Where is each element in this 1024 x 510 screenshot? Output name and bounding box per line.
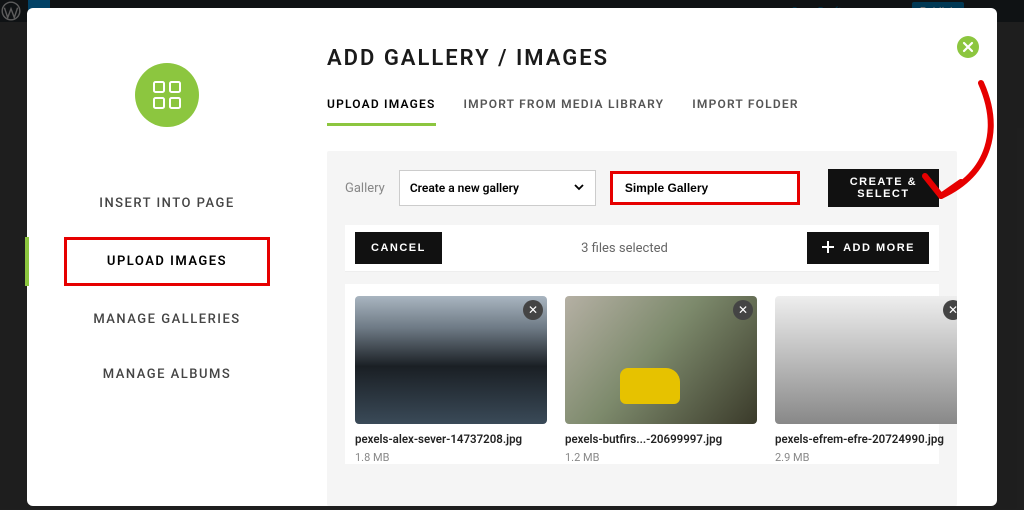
modal-sidebar: INSERT INTO PAGE UPLOAD IMAGES MANAGE GA…	[27, 8, 307, 506]
upload-panel: Gallery Create a new gallery CREATE & SE…	[327, 151, 957, 506]
modal-main: ADD GALLERY / IMAGES UPLOAD IMAGES IMPOR…	[307, 8, 997, 506]
add-more-label: ADD MORE	[843, 242, 915, 254]
gallery-label: Gallery	[345, 181, 385, 196]
remove-file-icon[interactable]: ✕	[523, 300, 543, 320]
add-more-button[interactable]: ADD MORE	[807, 232, 929, 264]
file-name: pexels-alex-sever-14737208.jpg	[355, 432, 547, 447]
remove-file-icon[interactable]: ✕	[943, 300, 957, 320]
gallery-select-value: Create a new gallery	[410, 181, 519, 195]
sidebar-item-manage-galleries[interactable]: MANAGE GALLERIES	[67, 298, 267, 341]
file-item: ✕ pexels-butfirs...-20699997.jpg 1.2 MB	[565, 296, 757, 464]
add-gallery-modal: INSERT INTO PAGE UPLOAD IMAGES MANAGE GA…	[27, 8, 997, 506]
file-name: pexels-efrem-efre-20724990.jpg	[775, 432, 957, 447]
modal-tabs: UPLOAD IMAGES IMPORT FROM MEDIA LIBRARY …	[327, 97, 957, 127]
sidebar-item-insert[interactable]: INSERT INTO PAGE	[67, 182, 267, 225]
file-size: 1.2 MB	[565, 451, 757, 464]
file-thumbnail[interactable]: ✕	[355, 296, 547, 424]
cancel-button[interactable]: CANCEL	[355, 232, 442, 264]
file-size: 1.8 MB	[355, 451, 547, 464]
sidebar-item-manage-albums[interactable]: MANAGE ALBUMS	[67, 353, 267, 396]
files-status: 3 files selected	[442, 241, 807, 256]
modal-title: ADD GALLERY / IMAGES	[327, 46, 957, 71]
gallery-name-input[interactable]	[610, 171, 800, 205]
close-icon[interactable]	[957, 36, 979, 58]
tab-import-folder[interactable]: IMPORT FOLDER	[692, 97, 798, 126]
file-name: pexels-butfirs...-20699997.jpg	[565, 432, 757, 447]
gallery-row: Gallery Create a new gallery CREATE & SE…	[345, 169, 939, 207]
file-item: ✕ pexels-alex-sever-14737208.jpg 1.8 MB	[355, 296, 547, 464]
tab-import-library[interactable]: IMPORT FROM MEDIA LIBRARY	[464, 97, 665, 126]
file-thumbnail[interactable]: ✕	[775, 296, 957, 424]
chevron-down-icon	[573, 181, 585, 196]
plugin-logo	[135, 63, 199, 127]
files-toolbar: CANCEL 3 files selected ADD MORE	[345, 225, 939, 272]
file-size: 2.9 MB	[775, 451, 957, 464]
gallery-select[interactable]: Create a new gallery	[399, 170, 596, 206]
file-item: ✕ pexels-efrem-efre-20724990.jpg 2.9 MB	[775, 296, 957, 464]
tab-upload-images[interactable]: UPLOAD IMAGES	[327, 97, 436, 126]
files-grid: ✕ pexels-alex-sever-14737208.jpg 1.8 MB …	[345, 284, 939, 464]
file-thumbnail[interactable]: ✕	[565, 296, 757, 424]
sidebar-item-upload[interactable]: UPLOAD IMAGES	[64, 237, 270, 286]
modal-overlay: INSERT INTO PAGE UPLOAD IMAGES MANAGE GA…	[0, 0, 1024, 510]
remove-file-icon[interactable]: ✕	[733, 300, 753, 320]
plus-icon	[821, 240, 835, 257]
create-select-button[interactable]: CREATE & SELECT	[828, 169, 939, 207]
